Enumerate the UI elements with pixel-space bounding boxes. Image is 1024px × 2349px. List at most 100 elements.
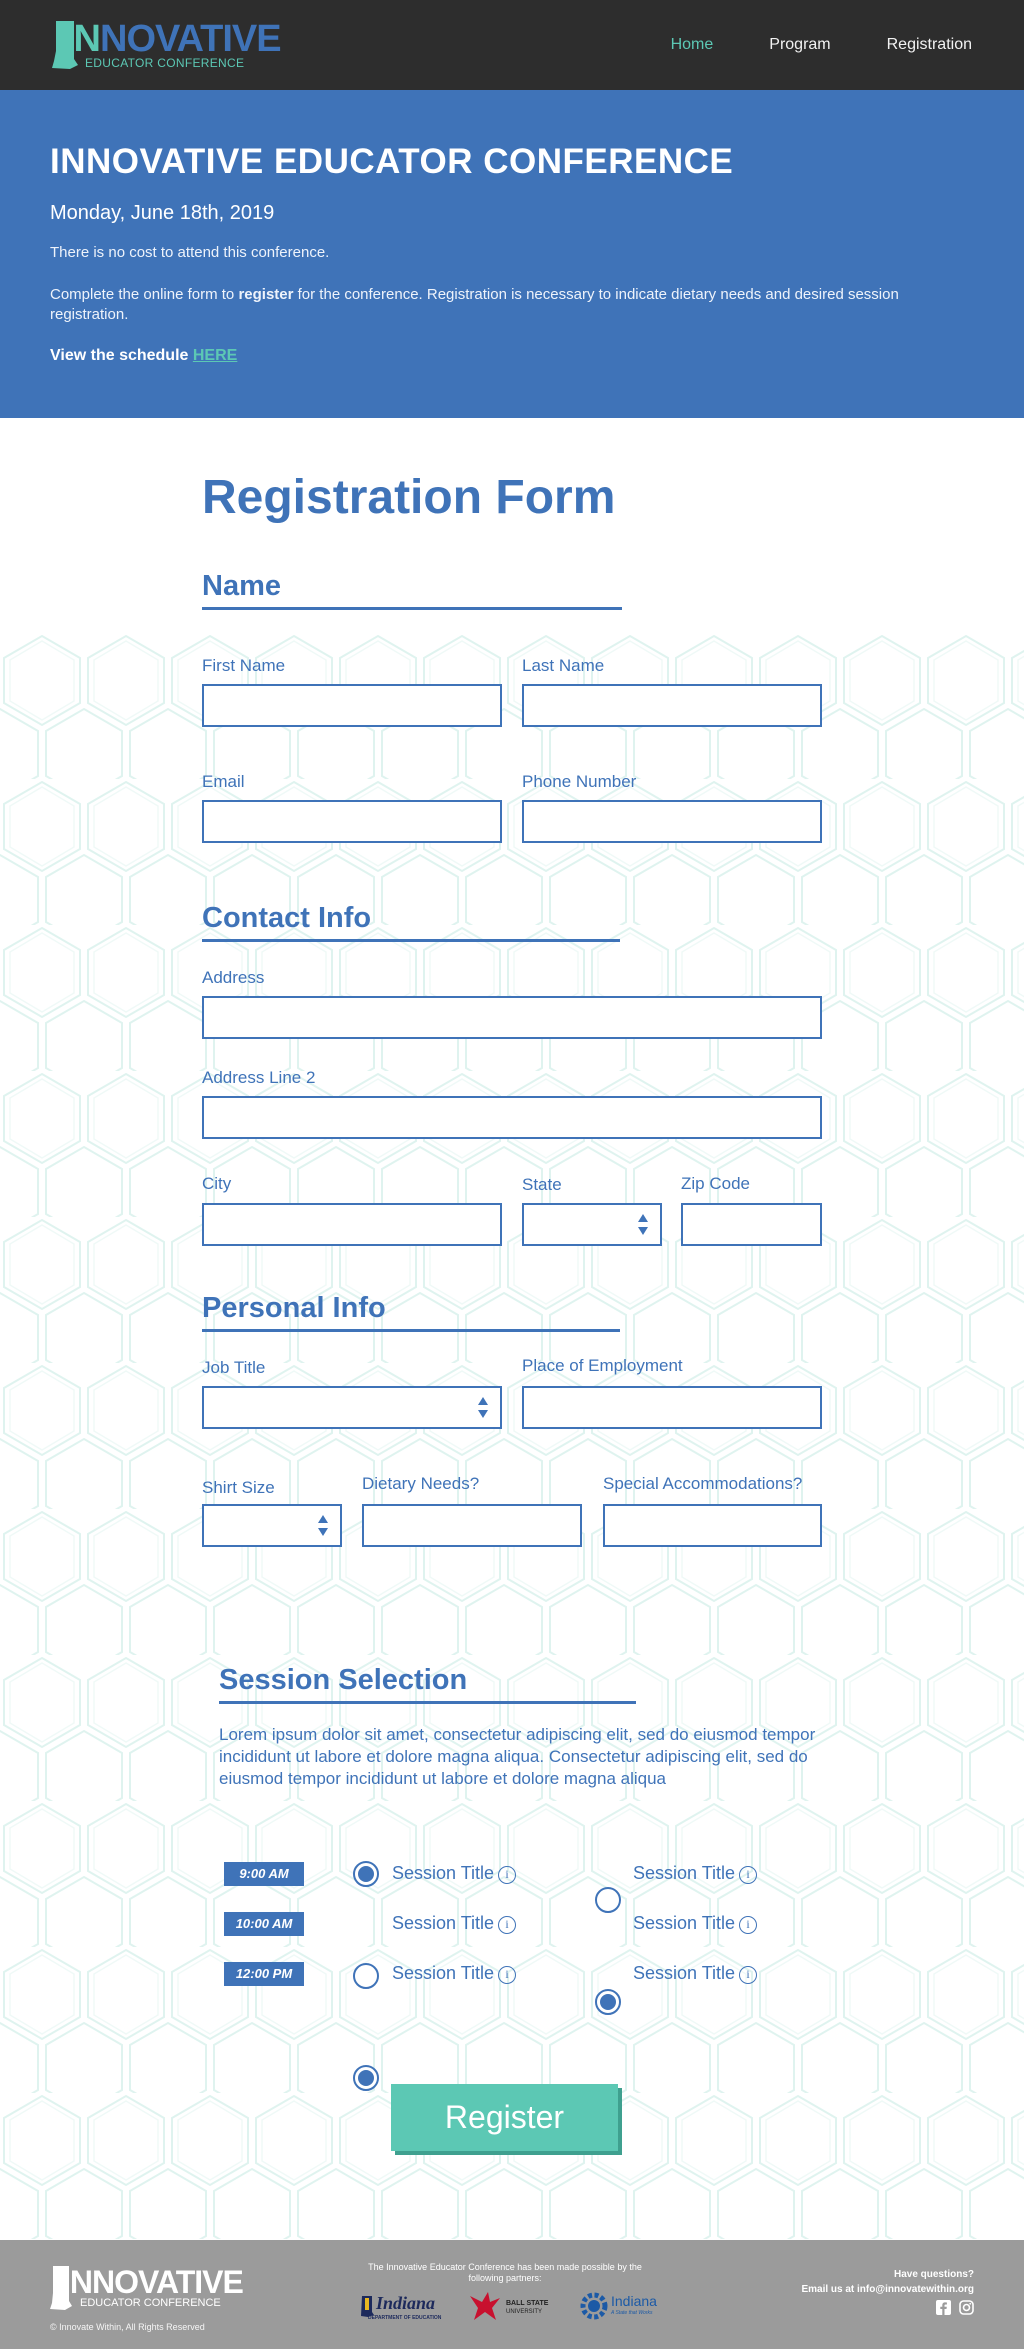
logo[interactable]: INNOVATIVE EDUCATOR CONFERENCE: [50, 18, 282, 72]
hero-register-text: Complete the online form to register for…: [50, 286, 899, 323]
footer-logo[interactable]: INNOVATIVE EDUCATOR CONFERENCE: [50, 2264, 244, 2314]
contact-email[interactable]: Email us at info@innovatewithin.org: [801, 2282, 974, 2297]
info-icon[interactable]: i: [498, 1966, 517, 1984]
session-option-label: Session Title i: [633, 1963, 758, 1984]
employment-input[interactable]: [522, 1386, 822, 1429]
select-arrows-icon: [478, 1397, 488, 1419]
copyright: © Innovate Within, All Rights Reserved: [50, 2322, 205, 2332]
zip-label: Zip Code: [681, 1174, 750, 1193]
session-option-label: Session Title i: [392, 1863, 517, 1884]
phone-label: Phone Number: [522, 772, 637, 791]
accommodations-label: Special Accommodations?: [603, 1474, 803, 1493]
footer-logo-subtitle: EDUCATOR CONFERENCE: [80, 2297, 221, 2309]
nav-home[interactable]: Home: [671, 36, 714, 54]
time-badge: 9:00 AM: [224, 1862, 304, 1886]
partner-indiana-state[interactable]: Indiana A State that Works: [578, 2290, 668, 2324]
gear-seal-icon: [580, 2292, 608, 2320]
logo-wordmark: INNOVATIVE: [64, 18, 282, 60]
last-name-label: Last Name: [522, 656, 605, 675]
info-icon[interactable]: i: [739, 1866, 758, 1884]
session-option-label: Session Title i: [633, 1913, 758, 1934]
first-name-label: First Name: [202, 656, 286, 675]
session-option-label: Session Title i: [392, 1913, 517, 1934]
first-name-input[interactable]: [202, 684, 502, 727]
info-icon[interactable]: i: [739, 1966, 758, 1984]
cardinal-icon: [470, 2292, 500, 2320]
nav-program[interactable]: Program: [769, 36, 830, 54]
section-title-contact: Contact Info: [202, 902, 372, 934]
job-title-label: Job Title: [202, 1358, 266, 1377]
partners-text: The Innovative Educator Conference has b…: [368, 2262, 642, 2283]
partner-ball-state[interactable]: BALL STATE UNIVERSITY: [468, 2290, 560, 2324]
section-divider: [202, 1329, 620, 1332]
email-label: Email: [202, 772, 245, 791]
partner-indiana-doe-sub: DEPARTMENT OF EDUCATION: [368, 2315, 442, 2321]
section-title-name: Name: [202, 570, 281, 602]
dietary-input[interactable]: [362, 1504, 582, 1547]
last-name-input[interactable]: [522, 684, 822, 727]
session-radio[interactable]: [353, 1861, 379, 1887]
footer: INNOVATIVE EDUCATOR CONFERENCE © Innovat…: [0, 2240, 1024, 2349]
section-divider: [219, 1701, 636, 1704]
session-description: Lorem ipsum dolor sit amet, consectetur …: [219, 1725, 816, 1788]
partner-indiana-state-sub: A State that Works: [611, 2310, 653, 2316]
state-select[interactable]: [522, 1203, 662, 1246]
time-badge: 10:00 AM: [224, 1912, 304, 1936]
registration-form: Registration Form Name First Name Last N…: [0, 418, 1024, 2240]
register-button[interactable]: Register: [391, 2084, 618, 2151]
session-option-label: Session Title i: [633, 1863, 758, 1884]
shirt-size-label: Shirt Size: [202, 1478, 275, 1497]
info-icon[interactable]: i: [498, 1916, 517, 1934]
section-divider: [202, 607, 622, 610]
social-links: [936, 2300, 974, 2315]
hero-title: INNOVATIVE EDUCATOR CONFERENCE: [50, 142, 734, 181]
hero-date: Monday, June 18th, 2019: [50, 202, 275, 224]
top-navigation: INNOVATIVE EDUCATOR CONFERENCE Home Prog…: [0, 0, 1024, 90]
session-radio[interactable]: [353, 1963, 379, 1989]
partner-indiana-doe-name: Indiana: [376, 2293, 436, 2313]
schedule-link[interactable]: HERE: [193, 347, 237, 364]
section-divider: [202, 939, 620, 942]
session-option-label: Session Title i: [392, 1963, 517, 1984]
state-label: State: [522, 1175, 562, 1194]
address-input[interactable]: [202, 996, 822, 1039]
phone-input[interactable]: [522, 800, 822, 843]
address2-label: Address Line 2: [202, 1068, 316, 1087]
footer-logo-wordmark: INNOVATIVE: [62, 2264, 244, 2300]
shirt-size-select[interactable]: [202, 1504, 342, 1547]
info-icon[interactable]: i: [739, 1916, 758, 1934]
session-radio[interactable]: [595, 1887, 621, 1913]
address2-input[interactable]: [202, 1096, 822, 1139]
partner-ball-state-sub: UNIVERSITY: [506, 2309, 543, 2315]
form-title: Registration Form: [202, 471, 616, 524]
session-radio[interactable]: [353, 2065, 379, 2091]
partner-ball-state-name: BALL STATE: [506, 2300, 549, 2307]
session-radio[interactable]: [595, 1989, 621, 2015]
hexagon-pattern-background: [0, 633, 1024, 2240]
select-arrows-icon: [638, 1214, 648, 1236]
city-label: City: [202, 1174, 232, 1193]
hero-cost-text: There is no cost to attend this conferen…: [50, 244, 330, 261]
section-title-personal: Personal Info: [202, 1292, 386, 1324]
email-input[interactable]: [202, 800, 502, 843]
info-icon[interactable]: i: [498, 1866, 517, 1884]
logo-subtitle: EDUCATOR CONFERENCE: [85, 56, 245, 70]
partner-indiana-doe[interactable]: Indiana DEPARTMENT OF EDUCATION: [360, 2290, 446, 2324]
schedule-line: View the schedule HERE: [50, 347, 238, 364]
hero-banner: INNOVATIVE EDUCATOR CONFERENCE Monday, J…: [0, 90, 1024, 418]
nav-registration[interactable]: Registration: [887, 36, 972, 54]
partner-indiana-state-name: Indiana: [611, 2293, 657, 2309]
questions-text: Have questions?: [893, 2269, 974, 2280]
zip-input[interactable]: [681, 1203, 822, 1246]
section-title-session: Session Selection: [219, 1664, 468, 1696]
nav-links: Home Program Registration: [615, 36, 972, 54]
accommodations-input[interactable]: [603, 1504, 822, 1547]
instagram-icon[interactable]: [959, 2300, 974, 2315]
facebook-icon[interactable]: [936, 2300, 951, 2315]
city-input[interactable]: [202, 1203, 502, 1246]
address-label: Address: [202, 968, 265, 987]
employment-label: Place of Employment: [522, 1356, 683, 1375]
job-title-select[interactable]: [202, 1386, 502, 1429]
dietary-label: Dietary Needs?: [362, 1474, 480, 1493]
select-arrows-icon: [318, 1515, 328, 1537]
